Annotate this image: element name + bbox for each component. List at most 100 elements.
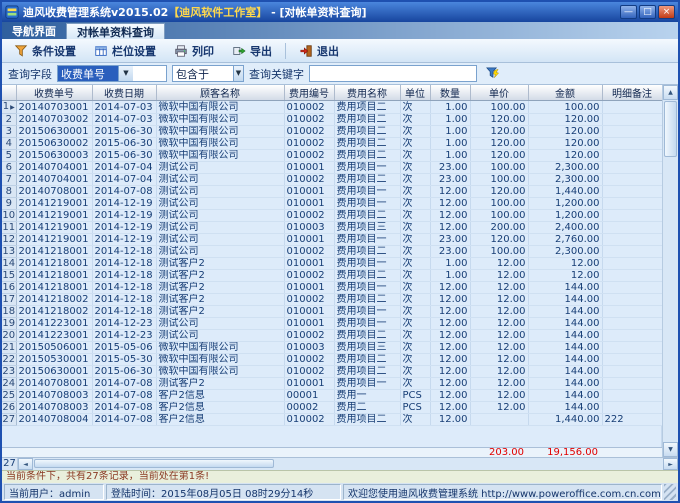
cell-bill_no: 20141223001 bbox=[16, 330, 92, 342]
cell-unit: 次 bbox=[400, 234, 430, 246]
table-row[interactable]: 6201407040012014-07-04测试公司010001费用项目一次23… bbox=[2, 162, 662, 174]
table-row[interactable]: 19201412230012014-12-23测试公司010001费用项目一次1… bbox=[2, 318, 662, 330]
cell-amount: 144.00 bbox=[528, 282, 602, 294]
search-keyword-input[interactable] bbox=[309, 65, 477, 82]
column-header[interactable]: 收费单号 bbox=[16, 85, 92, 101]
table-row[interactable]: 14201412180012014-12-18测试客户2010001费用项目一次… bbox=[2, 258, 662, 270]
table-row[interactable]: 21201505060012015-05-06微软中国有限公司010003费用项… bbox=[2, 342, 662, 354]
table-row[interactable]: 8201407080012014-07-08测试公司010001费用项目一次12… bbox=[2, 186, 662, 198]
cell-customer: 测试客户2 bbox=[156, 270, 284, 282]
cell-customer: 测试公司 bbox=[156, 246, 284, 258]
cell-unit: 次 bbox=[400, 414, 430, 426]
column-header[interactable]: 费用名称 bbox=[334, 85, 400, 101]
cell-amount: 2,760.00 bbox=[528, 234, 602, 246]
cell-unit: 次 bbox=[400, 318, 430, 330]
search-operator-combobox[interactable]: 包含于 ▼ bbox=[172, 65, 244, 82]
table-row[interactable]: 3201506300012015-06-30微软中国有限公司010002费用项目… bbox=[2, 126, 662, 138]
cell-fee_name: 费用项目二 bbox=[334, 414, 400, 426]
cell-amount: 2,400.00 bbox=[528, 222, 602, 234]
column-settings-button[interactable]: 栏位设置 bbox=[86, 41, 164, 61]
table-row[interactable]: 18201412180022014-12-18测试客户2010001费用项目一次… bbox=[2, 306, 662, 318]
cell-fee_name: 费用项目一 bbox=[334, 186, 400, 198]
tab-statement-query[interactable]: 对帐单资料查询 bbox=[66, 23, 165, 39]
table-row[interactable]: 13201412180012014-12-18测试公司010002费用项目二次2… bbox=[2, 246, 662, 258]
column-header[interactable]: 顾客名称 bbox=[156, 85, 284, 101]
table-row[interactable]: 20201412230012014-12-23测试公司010002费用项目二次1… bbox=[2, 330, 662, 342]
cell-customer: 微软中国有限公司 bbox=[156, 354, 284, 366]
table-row[interactable]: 24201407080012014-07-08测试客户2010001费用项目一次… bbox=[2, 378, 662, 390]
search-field-combobox[interactable]: 收费单号 ▼ bbox=[57, 65, 167, 82]
column-header[interactable]: 数量 bbox=[430, 85, 470, 101]
scroll-down-icon[interactable]: ▼ bbox=[663, 442, 678, 457]
condition-settings-button[interactable]: 条件设置 bbox=[6, 41, 84, 61]
cell-bill_no: 20150630001 bbox=[16, 366, 92, 378]
print-button[interactable]: 列印 bbox=[166, 41, 222, 61]
chevron-down-icon[interactable]: ▼ bbox=[118, 66, 133, 81]
table-row[interactable]: 2201407030022014-07-03微软中国有限公司010002费用项目… bbox=[2, 114, 662, 126]
vertical-scroll-thumb[interactable] bbox=[664, 101, 677, 157]
table-row[interactable]: 16201412180012014-12-18测试客户2010001费用项目一次… bbox=[2, 282, 662, 294]
cell-amount: 120.00 bbox=[528, 150, 602, 162]
horizontal-scroll-track[interactable] bbox=[33, 458, 663, 470]
table-row[interactable]: 23201506300012015-06-30微软中国有限公司010002费用项… bbox=[2, 366, 662, 378]
cell-fee_no: 010002 bbox=[284, 330, 334, 342]
cell-fee_name: 费用项目二 bbox=[334, 101, 400, 114]
cell-date: 2014-12-19 bbox=[92, 210, 156, 222]
cell-unit: 次 bbox=[400, 306, 430, 318]
cell-fee_name: 费用一 bbox=[334, 390, 400, 402]
vertical-scroll-track[interactable] bbox=[663, 100, 678, 442]
horizontal-scroll-thumb[interactable] bbox=[34, 459, 274, 468]
column-header[interactable]: 单价 bbox=[470, 85, 528, 101]
maximize-button[interactable]: □ bbox=[639, 5, 656, 19]
table-row[interactable]: 1201407030012014-07-03微软中国有限公司010002费用项目… bbox=[2, 101, 662, 114]
filter-search-button[interactable] bbox=[482, 65, 502, 83]
table-row[interactable]: 27201407080042014-07-08客户2信息010002费用项目二次… bbox=[2, 414, 662, 426]
cell-price: 120.00 bbox=[470, 126, 528, 138]
chevron-down-icon[interactable]: ▼ bbox=[233, 66, 243, 81]
column-header[interactable]: 金额 bbox=[528, 85, 602, 101]
cell-price: 120.00 bbox=[470, 138, 528, 150]
cell-date: 2014-12-18 bbox=[92, 246, 156, 258]
table-row[interactable]: 25201407080032014-07-08客户2信息00001费用一PCS1… bbox=[2, 390, 662, 402]
table-row[interactable]: 15201412180012014-12-18测试客户2010002费用项目二次… bbox=[2, 270, 662, 282]
vertical-scrollbar[interactable]: ▲ ▼ bbox=[662, 85, 678, 457]
resize-grip[interactable] bbox=[664, 484, 676, 500]
exit-button[interactable]: 退出 bbox=[291, 41, 347, 61]
column-header[interactable]: 费用编号 bbox=[284, 85, 334, 101]
scroll-up-icon[interactable]: ▲ bbox=[663, 85, 678, 100]
column-header[interactable]: 收费日期 bbox=[92, 85, 156, 101]
table-row[interactable]: 9201412190012014-12-19测试公司010001费用项目一次12… bbox=[2, 198, 662, 210]
cell-date: 2014-07-08 bbox=[92, 414, 156, 426]
condition-settings-icon bbox=[14, 44, 28, 58]
close-button[interactable]: × bbox=[658, 5, 675, 19]
cell-qty: 12.00 bbox=[430, 378, 470, 390]
table-row[interactable]: 11201412190012014-12-19测试公司010003费用项目三次1… bbox=[2, 222, 662, 234]
cell-unit: 次 bbox=[400, 258, 430, 270]
cell-amount: 144.00 bbox=[528, 354, 602, 366]
table-row[interactable]: 12201412190012014-12-19测试公司010001费用项目一次2… bbox=[2, 234, 662, 246]
row-number: 10 bbox=[2, 210, 16, 222]
column-header[interactable]: 单位 bbox=[400, 85, 430, 101]
export-button[interactable]: 导出 bbox=[224, 41, 280, 61]
table-row[interactable]: 7201407040012014-07-04测试公司010002费用项目二次23… bbox=[2, 174, 662, 186]
cell-note bbox=[602, 138, 662, 150]
minimize-button[interactable]: — bbox=[620, 5, 637, 19]
table-row[interactable]: 10201412190012014-12-19测试公司010002费用项目二次1… bbox=[2, 210, 662, 222]
table-row[interactable]: 5201506300032015-06-30微软中国有限公司010002费用项目… bbox=[2, 150, 662, 162]
row-number: 4 bbox=[2, 138, 16, 150]
table-row[interactable]: 17201412180022014-12-18测试客户2010002费用项目二次… bbox=[2, 294, 662, 306]
cell-note bbox=[602, 101, 662, 114]
cell-customer: 客户2信息 bbox=[156, 414, 284, 426]
table-row[interactable]: 4201506300022015-06-30微软中国有限公司010002费用项目… bbox=[2, 138, 662, 150]
cell-qty: 12.00 bbox=[430, 306, 470, 318]
cell-customer: 微软中国有限公司 bbox=[156, 138, 284, 150]
tab-navigation[interactable]: 导航界面 bbox=[2, 22, 66, 39]
scroll-left-icon[interactable]: ◄ bbox=[18, 458, 33, 470]
table-row[interactable]: 22201505300012015-05-30微软中国有限公司010002费用项… bbox=[2, 354, 662, 366]
cell-qty: 1.00 bbox=[430, 150, 470, 162]
scroll-right-icon[interactable]: ► bbox=[663, 458, 678, 470]
table-row[interactable]: 26201407080032014-07-08客户2信息00002费用二PCS1… bbox=[2, 402, 662, 414]
column-header[interactable]: 明细备注 bbox=[602, 85, 662, 101]
horizontal-scrollbar[interactable]: ◄ ► bbox=[18, 458, 678, 470]
cell-price: 100.00 bbox=[470, 174, 528, 186]
